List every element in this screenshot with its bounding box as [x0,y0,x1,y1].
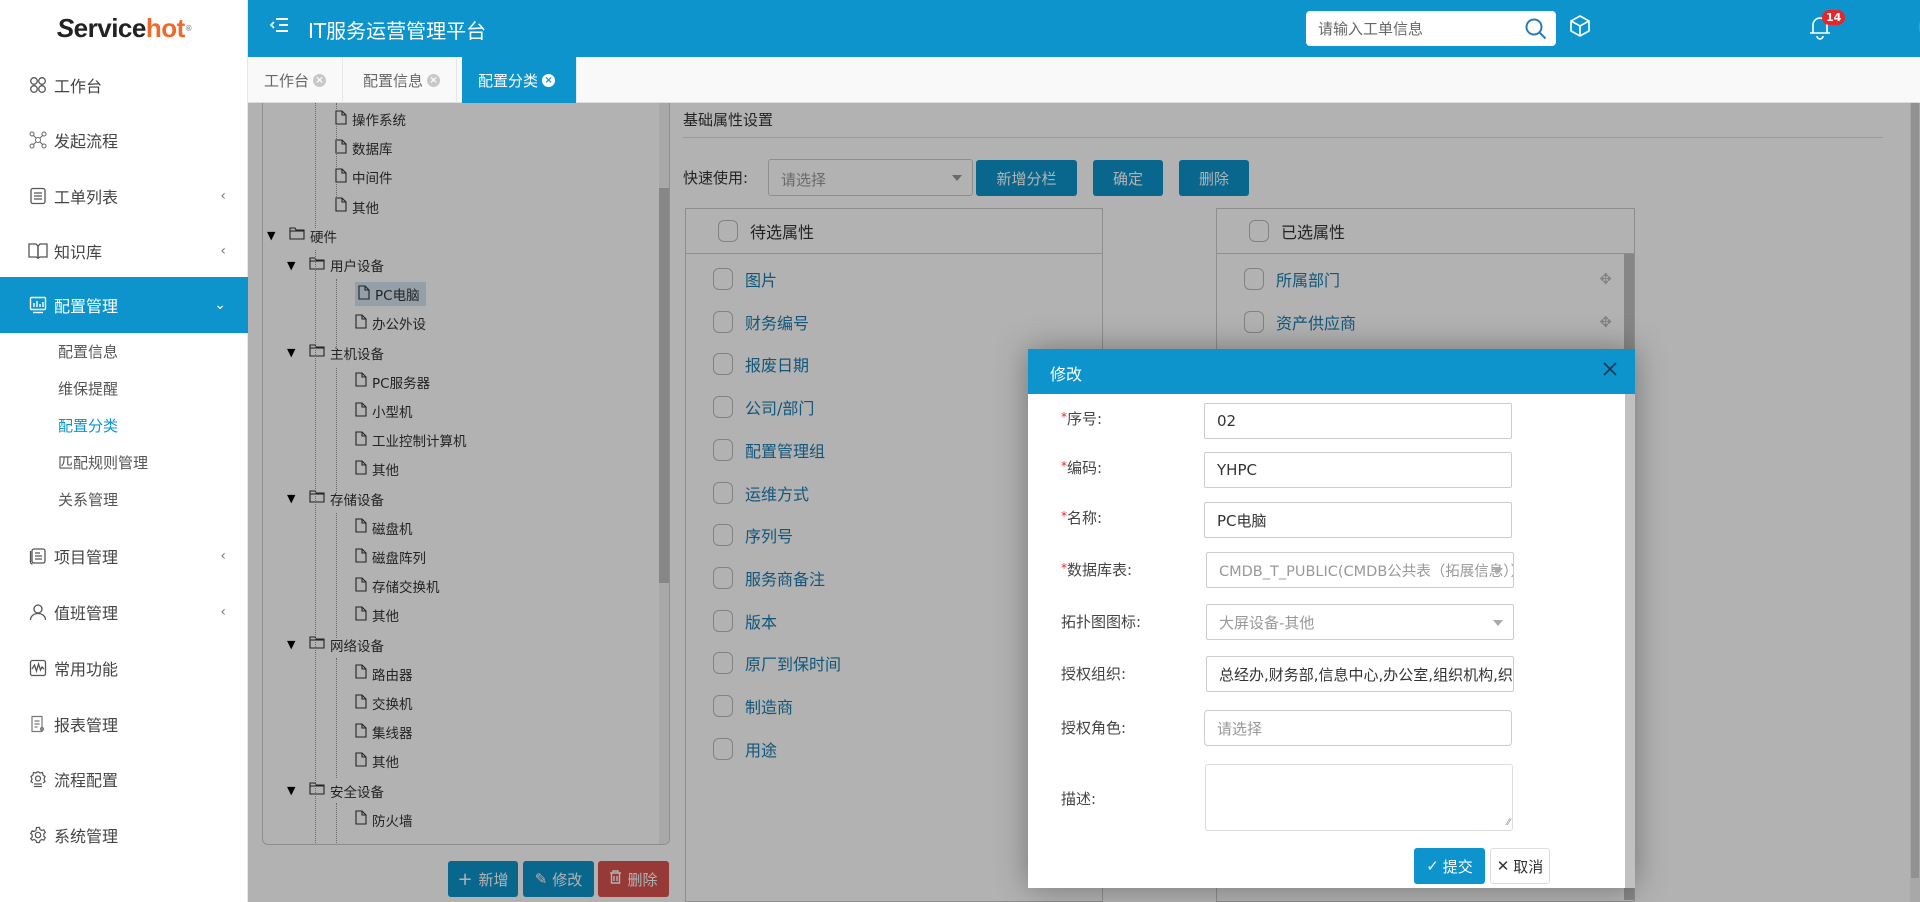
gear-doc-icon [28,769,48,789]
submit-button[interactable]: ✓ 提交 [1414,848,1485,884]
report-icon [28,714,48,734]
pulse-icon [28,658,48,678]
name-label: *名称: [1061,509,1103,527]
ticket-search [1306,11,1556,46]
sidebar-item-report-management[interactable]: 报表管理 [0,696,248,752]
auth-org-input[interactable]: 总经办,财务部,信息中心,办公室,组织机构,织机构 [1206,656,1514,692]
caret-down-icon [1493,568,1503,574]
sidebar: Service hot ® 工作台 发起流程 工单列表 ‹ 知识库 ‹ 配置管理 ⌄… [0,0,248,902]
top-header: IT服务运营管理平台 14 admin ▼ 中文 [248,0,1920,57]
edit-dialog: 修改 *序号: 02 *编码: YHPC *名称: PC电脑 *数据库表: CM… [1028,349,1635,888]
tab-config-category[interactable]: 配置分类 × [462,57,577,103]
flow-icon [28,130,48,150]
sidebar-item-system-management[interactable]: 系统管理 [0,807,248,863]
sidebar-item-start-process[interactable]: 发起流程 [0,112,248,168]
sidebar-item-process-config[interactable]: 流程配置 [0,751,248,807]
sidebar-subitem-config-info[interactable]: 配置信息 [58,341,118,362]
resize-grip-icon[interactable]: ⁄⁄ [1507,818,1510,828]
tab-workbench[interactable]: 工作台 × [248,57,344,103]
auth-role-label: 授权角色: [1061,719,1127,737]
name-input[interactable]: PC电脑 [1204,502,1512,538]
dialog-header: 修改 [1028,349,1635,394]
sidebar-item-ticket-list[interactable]: 工单列表 ‹ [0,168,248,224]
monitor-chart-icon [28,295,48,315]
sidebar-item-knowledge-base[interactable]: 知识库 ‹ [0,223,248,279]
chevron-left-icon: ‹ [220,604,226,620]
close-tab-icon[interactable]: × [542,73,556,87]
auth-role-select[interactable]: 请选择 [1204,710,1512,746]
sidebar-item-duty-management[interactable]: 值班管理 ‹ [0,584,248,640]
book-icon [28,241,48,261]
chevron-left-icon: ‹ [220,188,226,204]
description-textarea[interactable]: ⁄⁄ [1205,764,1513,831]
notification-badge: 14 [1822,10,1846,25]
sidebar-subitem-maintenance-reminder[interactable]: 维保提醒 [58,378,118,399]
chevron-left-icon: ‹ [220,548,226,564]
tab-bar: 工作台 × 配置信息 × 配置分类 × [248,57,1920,103]
topo-icon-label: 拓扑图图标: [1061,613,1142,631]
gear-icon [28,825,48,845]
user-icon [28,602,48,622]
logo[interactable]: Service hot ® [0,0,248,57]
topo-icon-select[interactable]: 大屏设备-其他 [1206,604,1514,640]
ticket-search-input[interactable] [1306,11,1506,46]
cancel-button[interactable]: ✕ 取消 [1490,848,1550,884]
tab-config-info[interactable]: 配置信息 × [347,57,458,103]
sidebar-subitem-match-rules[interactable]: 匹配规则管理 [58,452,148,473]
cube-icon[interactable] [1568,14,1592,42]
x-icon: ✕ [1496,857,1510,875]
menu-toggle-icon[interactable] [269,17,290,37]
dialog-scrollbar[interactable] [1625,394,1635,888]
grid-icon [28,75,48,95]
chevron-left-icon: ‹ [220,243,226,259]
sidebar-subitem-config-category[interactable]: 配置分类 [58,415,118,436]
sidebar-item-common-functions[interactable]: 常用功能 [0,640,248,696]
close-icon[interactable] [1601,360,1621,380]
caret-down-icon [1493,620,1503,626]
auth-org-label: 授权组织: [1061,665,1127,683]
sidebar-item-config-management[interactable]: 配置管理 ⌄ [0,277,248,333]
chevron-down-icon: ⌄ [214,297,226,313]
list-icon [28,186,48,206]
code-input[interactable]: YHPC [1204,452,1512,488]
code-label: *编码: [1061,459,1103,477]
check-icon: ✓ [1426,857,1439,875]
app-title: IT服务运营管理平台 [308,19,487,43]
close-tab-icon[interactable]: × [427,73,441,87]
search-icon[interactable] [1524,17,1548,45]
db-table-select[interactable]: CMDB_T_PUBLIC(CMDB公共表（拓展信息）） [1206,552,1514,588]
db-table-label: *数据库表: [1061,561,1133,579]
close-tab-icon[interactable]: × [313,73,327,87]
seq-input[interactable]: 02 [1204,403,1512,439]
project-icon [28,546,48,566]
dialog-title: 修改 [1050,365,1083,384]
sidebar-item-workbench[interactable]: 工作台 [0,57,248,113]
sidebar-subitem-relations[interactable]: 关系管理 [58,489,118,510]
description-label: 描述: [1061,790,1097,808]
sidebar-item-project-management[interactable]: 项目管理 ‹ [0,528,248,584]
seq-label: *序号: [1061,410,1103,428]
